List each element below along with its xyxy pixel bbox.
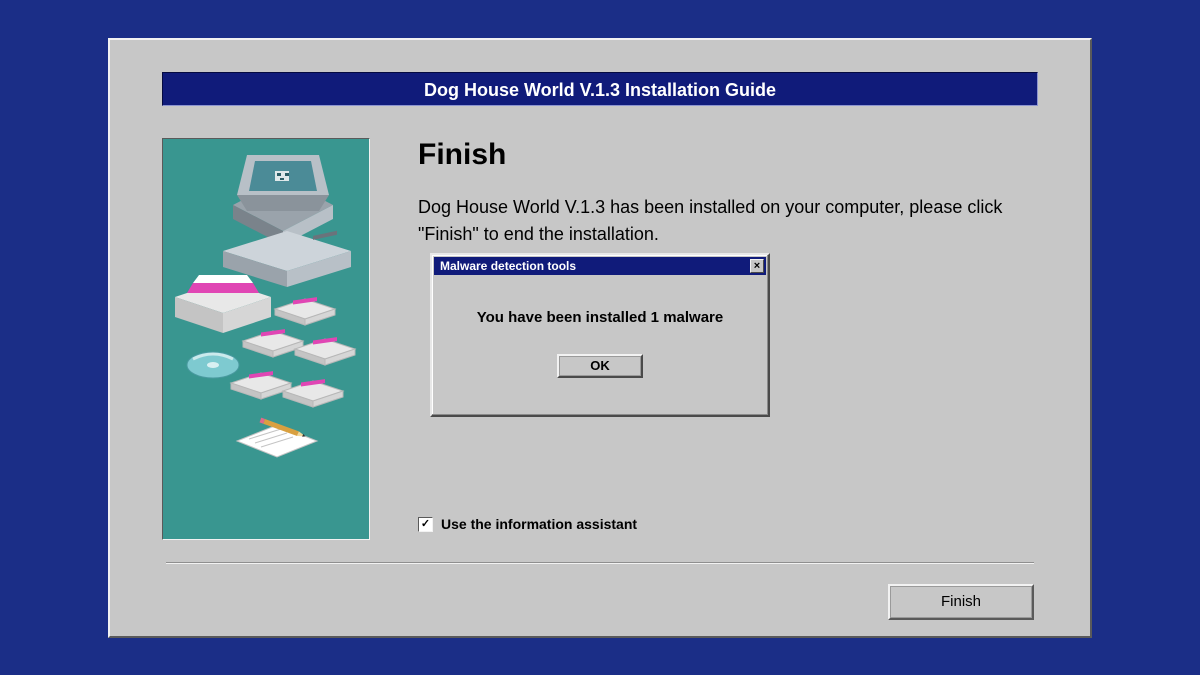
illustration-panel: [162, 138, 370, 540]
close-icon: ×: [754, 260, 760, 272]
info-assistant-checkbox[interactable]: ✓: [418, 517, 433, 532]
popup-title-text: Malware detection tools: [440, 259, 576, 273]
popup-message: You have been installed 1 malware: [432, 309, 768, 326]
info-assistant-checkbox-row[interactable]: ✓ Use the information assistant: [418, 516, 637, 532]
close-button[interactable]: ×: [750, 259, 764, 273]
popup-title-bar[interactable]: Malware detection tools ×: [434, 257, 766, 275]
malware-popup: Malware detection tools × You have been …: [430, 253, 770, 417]
content-area: Finish Dog House World V.1.3 has been in…: [418, 138, 1038, 248]
computer-illustration: [167, 143, 367, 537]
ok-button-label: OK: [590, 358, 610, 373]
installer-title-text: Dog House World V.1.3 Installation Guide: [424, 80, 776, 100]
finish-button-label: Finish: [941, 593, 981, 610]
check-icon: ✓: [421, 519, 430, 530]
page-description: Dog House World V.1.3 has been installed…: [418, 194, 1038, 248]
separator: [166, 562, 1034, 564]
page-heading: Finish: [418, 138, 1038, 172]
info-assistant-checkbox-label: Use the information assistant: [441, 516, 637, 532]
ok-button[interactable]: OK: [557, 354, 643, 378]
finish-button[interactable]: Finish: [888, 584, 1034, 620]
installer-title-bar: Dog House World V.1.3 Installation Guide: [162, 72, 1038, 106]
